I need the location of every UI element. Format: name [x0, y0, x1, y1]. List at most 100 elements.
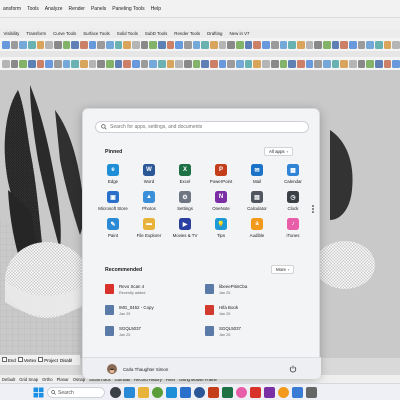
- audible-icon[interactable]: [278, 387, 289, 398]
- menu-item[interactable]: Render: [66, 6, 88, 12]
- menu-item[interactable]: Panels: [88, 6, 109, 12]
- osnap-end[interactable]: End: [2, 357, 16, 363]
- toolbar-tab[interactable]: Visibility: [0, 31, 23, 36]
- tool-button-icon[interactable]: [62, 59, 71, 68]
- widgets-icon[interactable]: [124, 387, 135, 398]
- tool-button-icon[interactable]: [192, 59, 201, 68]
- tool-button-icon[interactable]: [218, 59, 227, 68]
- tool-button-icon[interactable]: [19, 40, 28, 49]
- tool-button-icon[interactable]: [348, 59, 357, 68]
- pinned-app[interactable]: P PowerPoint: [203, 164, 239, 184]
- tool-button-icon[interactable]: [305, 59, 314, 68]
- power-icon[interactable]: [289, 365, 297, 373]
- tool-button-icon[interactable]: [106, 59, 114, 68]
- tool-button-icon[interactable]: [331, 59, 340, 68]
- tool-button-icon[interactable]: [28, 40, 36, 49]
- recommended-item[interactable]: IMG_0452 - Copy Jan 25: [105, 305, 205, 318]
- itunes-icon[interactable]: [236, 387, 247, 398]
- tool-button-icon[interactable]: [88, 59, 97, 68]
- toolbar-tab[interactable]: Curve Tools: [50, 31, 80, 36]
- tool-button-icon[interactable]: [158, 40, 166, 49]
- toolbar-tab[interactable]: Render Tools: [171, 31, 204, 36]
- osnap-project[interactable]: Project: [38, 357, 58, 363]
- tool-button-icon[interactable]: [296, 59, 305, 68]
- word-icon[interactable]: [194, 387, 205, 398]
- recommended-item[interactable]: Hifa Book Jan 25: [205, 305, 305, 318]
- tool-button-icon[interactable]: [132, 59, 140, 68]
- tool-button-icon[interactable]: [140, 59, 149, 68]
- pinned-app[interactable]: ✉ Mail: [239, 164, 275, 184]
- windows-start-icon[interactable]: [33, 387, 44, 398]
- taskbar-search[interactable]: Search: [47, 387, 105, 398]
- photos-icon[interactable]: [292, 387, 303, 398]
- tool-button-icon[interactable]: [149, 40, 158, 49]
- menu-item[interactable]: Tools: [24, 6, 42, 12]
- task-view-icon[interactable]: [110, 387, 121, 398]
- pinned-app[interactable]: X Excel: [167, 164, 203, 184]
- tool-button-icon[interactable]: [253, 40, 262, 49]
- onenote-icon[interactable]: [264, 387, 275, 398]
- tool-button-icon[interactable]: [314, 40, 322, 49]
- tool-button-icon[interactable]: [19, 59, 28, 68]
- tool-button-icon[interactable]: [184, 59, 192, 68]
- tool-button-icon[interactable]: [383, 40, 392, 49]
- tool-button-icon[interactable]: [45, 59, 54, 68]
- tool-button-icon[interactable]: [2, 40, 10, 49]
- tool-button-icon[interactable]: [392, 59, 400, 68]
- tool-button-icon[interactable]: [357, 40, 366, 49]
- osnap-vertex[interactable]: Vertex: [17, 357, 36, 363]
- pinned-app[interactable]: ⚙ Settings: [167, 191, 203, 211]
- status-toggle[interactable]: Ortho: [40, 377, 54, 382]
- store-icon[interactable]: [180, 387, 191, 398]
- tool-button-icon[interactable]: [184, 40, 192, 49]
- powerpoint-icon[interactable]: [208, 387, 219, 398]
- tool-button-icon[interactable]: [54, 59, 62, 68]
- tool-button-icon[interactable]: [244, 59, 253, 68]
- tool-button-icon[interactable]: [36, 59, 45, 68]
- tool-button-icon[interactable]: [366, 40, 374, 49]
- tool-button-icon[interactable]: [288, 59, 296, 68]
- recommended-item[interactable]: SGQL5037 Jan 25: [205, 326, 305, 339]
- pinned-app[interactable]: W Word: [131, 164, 167, 184]
- recommended-item[interactable]: Revo Scan 4 Recently added: [105, 284, 205, 297]
- tool-button-icon[interactable]: [218, 40, 227, 49]
- tool-button-icon[interactable]: [227, 59, 236, 68]
- tool-button-icon[interactable]: [114, 59, 123, 68]
- tool-button-icon[interactable]: [392, 40, 400, 49]
- tool-button-icon[interactable]: [123, 40, 132, 49]
- tool-button-icon[interactable]: [149, 59, 158, 68]
- start-search-input[interactable]: [110, 124, 300, 130]
- pinned-app[interactable]: N OneNote: [203, 191, 239, 211]
- tool-button-icon[interactable]: [175, 40, 184, 49]
- tool-button-icon[interactable]: [262, 40, 270, 49]
- tool-button-icon[interactable]: [244, 40, 253, 49]
- tool-button-icon[interactable]: [28, 59, 36, 68]
- osnap-disable[interactable]: Disabl: [60, 358, 72, 363]
- menu-item[interactable]: Help: [148, 6, 164, 12]
- tool-button-icon[interactable]: [210, 59, 218, 68]
- tool-button-icon[interactable]: [80, 59, 88, 68]
- tool-button-icon[interactable]: [123, 59, 132, 68]
- pinned-app[interactable]: e Edge: [95, 164, 131, 184]
- pinned-app[interactable]: a Audible: [239, 218, 275, 238]
- chrome-icon[interactable]: [250, 387, 261, 398]
- tool-button-icon[interactable]: [383, 59, 392, 68]
- tool-button-icon[interactable]: [106, 40, 114, 49]
- tool-button-icon[interactable]: [374, 59, 383, 68]
- toolbar-tab[interactable]: Solid Tools: [113, 31, 141, 36]
- pinned-app[interactable]: 💡 Tips: [203, 218, 239, 238]
- tool-button-icon[interactable]: [10, 40, 19, 49]
- tool-button-icon[interactable]: [279, 40, 288, 49]
- tool-button-icon[interactable]: [322, 59, 331, 68]
- toolbar-tab[interactable]: Surface Tools: [80, 31, 114, 36]
- tool-button-icon[interactable]: [166, 59, 175, 68]
- tool-button-icon[interactable]: [236, 40, 244, 49]
- tool-button-icon[interactable]: [340, 40, 348, 49]
- menu-item[interactable]: Paneling Tools: [109, 6, 147, 12]
- tool-button-icon[interactable]: [192, 40, 201, 49]
- tool-button-icon[interactable]: [374, 40, 383, 49]
- tool-button-icon[interactable]: [331, 40, 340, 49]
- tool-button-icon[interactable]: [201, 59, 210, 68]
- tool-button-icon[interactable]: [140, 40, 149, 49]
- tool-button-icon[interactable]: [279, 59, 288, 68]
